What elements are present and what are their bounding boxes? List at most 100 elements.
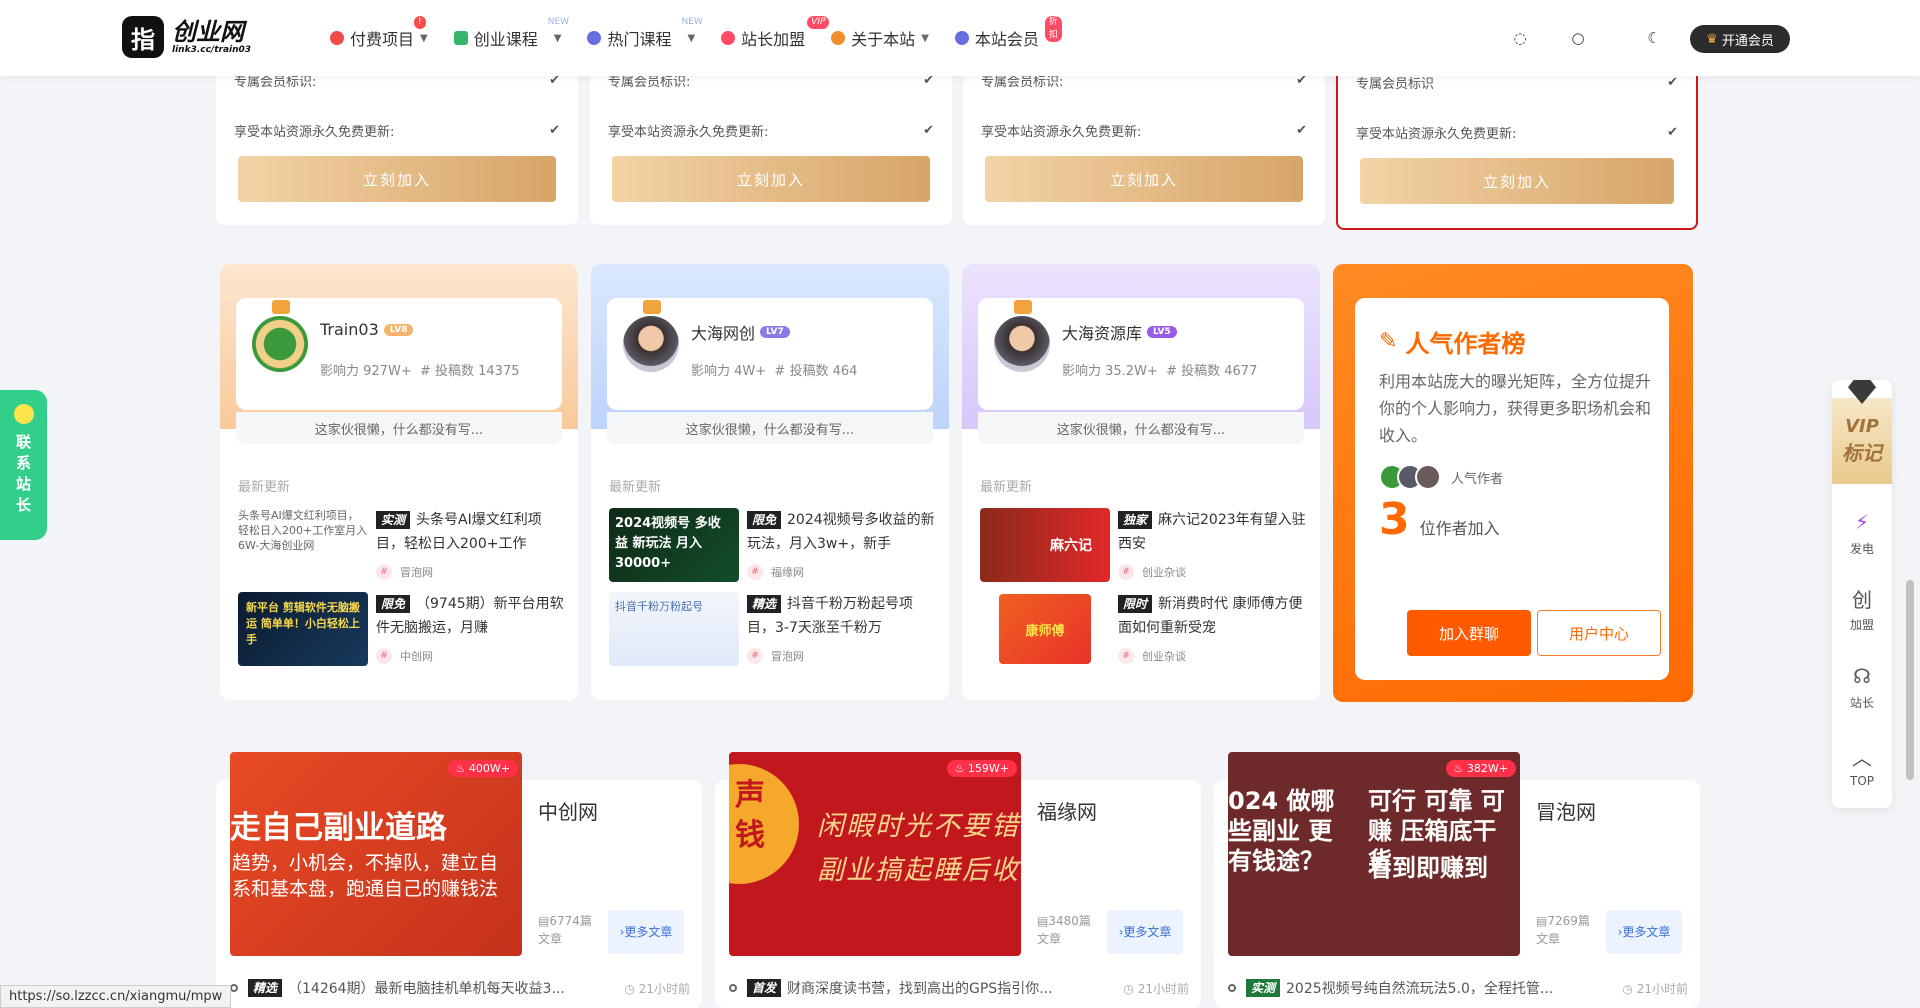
list-item[interactable]: 首发 财商深度读书营，找到高出的GPS指引你... ◷ 21小时前 [729,978,1189,998]
list-item[interactable]: 康师傅 限时 新消费时代 康师傅方便面如何重新受宠 # 创业杂谈 [980,592,1306,668]
lightning-icon: ⚡ [1854,510,1870,534]
bullet-icon [729,984,737,992]
hash-icon: # [747,648,763,664]
doc-icon: ▤ [538,914,550,928]
post-source[interactable]: 创业杂谈 [1142,564,1186,580]
nav-paid-projects[interactable]: 付费项目 ! ▼ [330,16,428,50]
bulb-icon[interactable]: ◌ [1508,26,1532,50]
logo-mark: 指 [122,16,164,58]
site-header: 指 创业网 link3.cc/train03 付费项目 ! ▼ 创业课程 NEW… [0,0,1920,76]
join-now-button[interactable]: 立刻加入 [985,156,1303,202]
arrow-up-icon: ︿ [1852,745,1872,770]
section-label: 最新更新 [238,480,291,495]
topic-image[interactable]: 024 做哪些副业 更有钱途？ 可行 可靠 可赚 压箱底干货 看到即赚到 ♨ 3… [1228,752,1520,956]
nav-membership[interactable]: 本站会员 折扣 [954,16,1062,50]
topic-name[interactable]: 中创网 [538,796,598,825]
topic-name[interactable]: 冒泡网 [1536,796,1596,825]
post-count: # 投稿数 464 [774,364,858,379]
nav-join-owner[interactable]: 站长加盟 VIP [721,16,830,50]
more-articles-button[interactable]: › 更多文章 [608,910,684,954]
post-time: 21小时前 [638,981,690,996]
popular-authors-panel: ✎ 人气作者榜 利用本站庞大的曝光矩阵，全方位提升你的个人影响力，获得更多职场机会… [1333,264,1693,702]
hash-icon: # [376,564,392,580]
join-group-button[interactable]: 加入群聊 [1407,610,1531,656]
list-item[interactable]: 2024视频号 多收益 新玩法 月入30000+ 限免 2024视频号多收益的新玩… [609,508,935,584]
hot-count: 382W+ [1466,762,1508,775]
post-tag: 实测 [1246,979,1281,997]
join-now-button[interactable]: 立刻加入 [1360,158,1674,204]
nav-about[interactable]: 关于本站 ▼ [831,26,929,50]
post-title[interactable]: （14264期）最新电脑挂机单机每天收益3... [288,978,565,998]
logo-name: 创业网 [172,18,244,46]
owner-button[interactable]: ☊ 站长 [1832,662,1892,711]
post-tag: 限免 [376,595,411,613]
post-source[interactable]: 冒泡网 [771,648,804,664]
post-title[interactable]: 2025视频号纯自然流玩法5.0，全程托管... [1286,978,1553,998]
post-thumbnail[interactable]: 麻六记 [980,508,1110,582]
site-logo[interactable]: 指 创业网 link3.cc/train03 [122,16,251,58]
topic-image[interactable]: 走自己副业道路 趋势，小机会，不掉队，建立自 系和基本盘，跑通自己的赚钱法 ♨ … [230,752,522,956]
popular-title: 人气作者榜 [1405,330,1526,358]
post-source[interactable]: 创业杂谈 [1142,648,1186,664]
avatar[interactable] [252,316,308,372]
contact-label: 联系站长 [15,433,31,514]
post-time: 21小时前 [1137,981,1189,996]
join-now-button[interactable]: 立刻加入 [238,156,556,202]
user-center-button[interactable]: 用户中心 [1537,610,1661,656]
author-card: 大海资源库 LV5 影响力 35.2W+ # 投稿数 4677 这家伙很懒，什么都… [962,264,1320,700]
topic-image[interactable]: 声 钱 闲暇时光不要错 副业搞起睡后收 ♨ 159W+ [729,752,1021,956]
open-vip-button[interactable]: ♛ 开通会员 [1690,25,1790,53]
topic-name[interactable]: 福缘网 [1037,796,1097,825]
more-articles-button[interactable]: › 更多文章 [1107,910,1183,954]
nav-startup-courses[interactable]: 创业课程 NEW ▼ [453,17,569,50]
post-source[interactable]: 中创网 [400,648,433,664]
post-thumbnail[interactable]: 抖音千粉万粉起号 [609,592,739,666]
post-thumbnail[interactable]: 康师傅 [999,594,1091,664]
post-tag: 限免 [747,511,782,529]
nav-hot-courses[interactable]: 热门课程 NEW ▼ [587,17,703,50]
list-item[interactable]: 实测 2025视频号纯自然流玩法5.0，全程托管... ◷ 21小时前 [1228,978,1688,998]
post-title[interactable]: 财商深度读书营，找到高出的GPS指引你... [787,978,1053,998]
scrollbar[interactable] [1906,580,1914,780]
avatar[interactable] [994,316,1050,372]
flame-icon: ♨ [1453,762,1464,775]
author-count-label: 位作者加入 [1419,519,1500,538]
post-tag: 首发 [747,979,782,997]
post-count: # 投稿数 14375 [419,364,520,379]
list-item[interactable]: 头条号AI爆文红利项目，轻松日入200+工作室月入6W-大海创业网 实测 头条号A… [238,508,564,584]
list-item[interactable]: 精选 （14264期）最新电脑挂机单机每天收益3... ◷ 21小时前 [230,978,690,998]
crown-icon [1014,300,1032,314]
charge-button[interactable]: ⚡ 发电 [1832,508,1892,557]
topic-card: 024 做哪些副业 更有钱途？ 可行 可靠 可赚 压箱底干货 看到即赚到 ♨ 3… [1214,752,1700,1008]
chevron-down-icon: ▼ [420,32,428,44]
post-source[interactable]: 冒泡网 [400,564,433,580]
more-articles-button[interactable]: › 更多文章 [1606,910,1682,954]
bullet-icon [1228,984,1236,992]
post-thumbnail[interactable]: 头条号AI爆文红利项目，轻松日入200+工作室月入6W-大海创业网 [238,508,368,582]
author-name[interactable]: 大海网创 [691,320,755,344]
list-item[interactable]: 新平台 剪辑软件无脑搬运 简单单！小白轻松上手 限免 （9745期）新平台用软件无… [238,592,564,668]
contact-owner-tab[interactable]: 联系站长 [0,390,47,540]
avatar[interactable] [1415,464,1441,490]
avatar[interactable] [623,316,679,372]
author-name[interactable]: Train03 [320,320,379,339]
join-button[interactable]: 创 加盟 [1832,584,1892,633]
back-to-top-button[interactable]: ︿ TOP [1832,742,1892,789]
check-icon: ✔ [1667,74,1678,90]
vip-mark[interactable]: VIP 标记 [1832,398,1892,484]
post-source[interactable]: 福缘网 [771,564,804,580]
author-bio: 这家伙很懒，什么都没有写... [236,412,562,444]
author-name[interactable]: 大海资源库 [1062,320,1142,344]
post-thumbnail[interactable]: 2024视频号 多收益 新玩法 月入30000+ [609,508,739,582]
list-item[interactable]: 麻六记 独家 麻六记2023年有望入驻西安 # 创业杂谈 [980,508,1306,584]
list-item[interactable]: 抖音千粉万粉起号 精选 抖音千粉万粉起号项目，3-7天涨至千粉万 # 冒泡网 [609,592,935,668]
post-tag: 限时 [1118,595,1153,613]
search-icon[interactable]: ○ [1566,26,1590,50]
join-now-button[interactable]: 立刻加入 [612,156,930,202]
discount-badge: 折扣 [1044,16,1062,42]
check-icon: ✔ [549,122,560,138]
post-thumbnail[interactable]: 新平台 剪辑软件无脑搬运 简单单！小白轻松上手 [238,592,368,666]
chevron-down-icon: ▼ [687,32,696,44]
moon-icon[interactable]: ☾ [1642,26,1666,50]
post-count: # 投稿数 4677 [1166,364,1258,379]
